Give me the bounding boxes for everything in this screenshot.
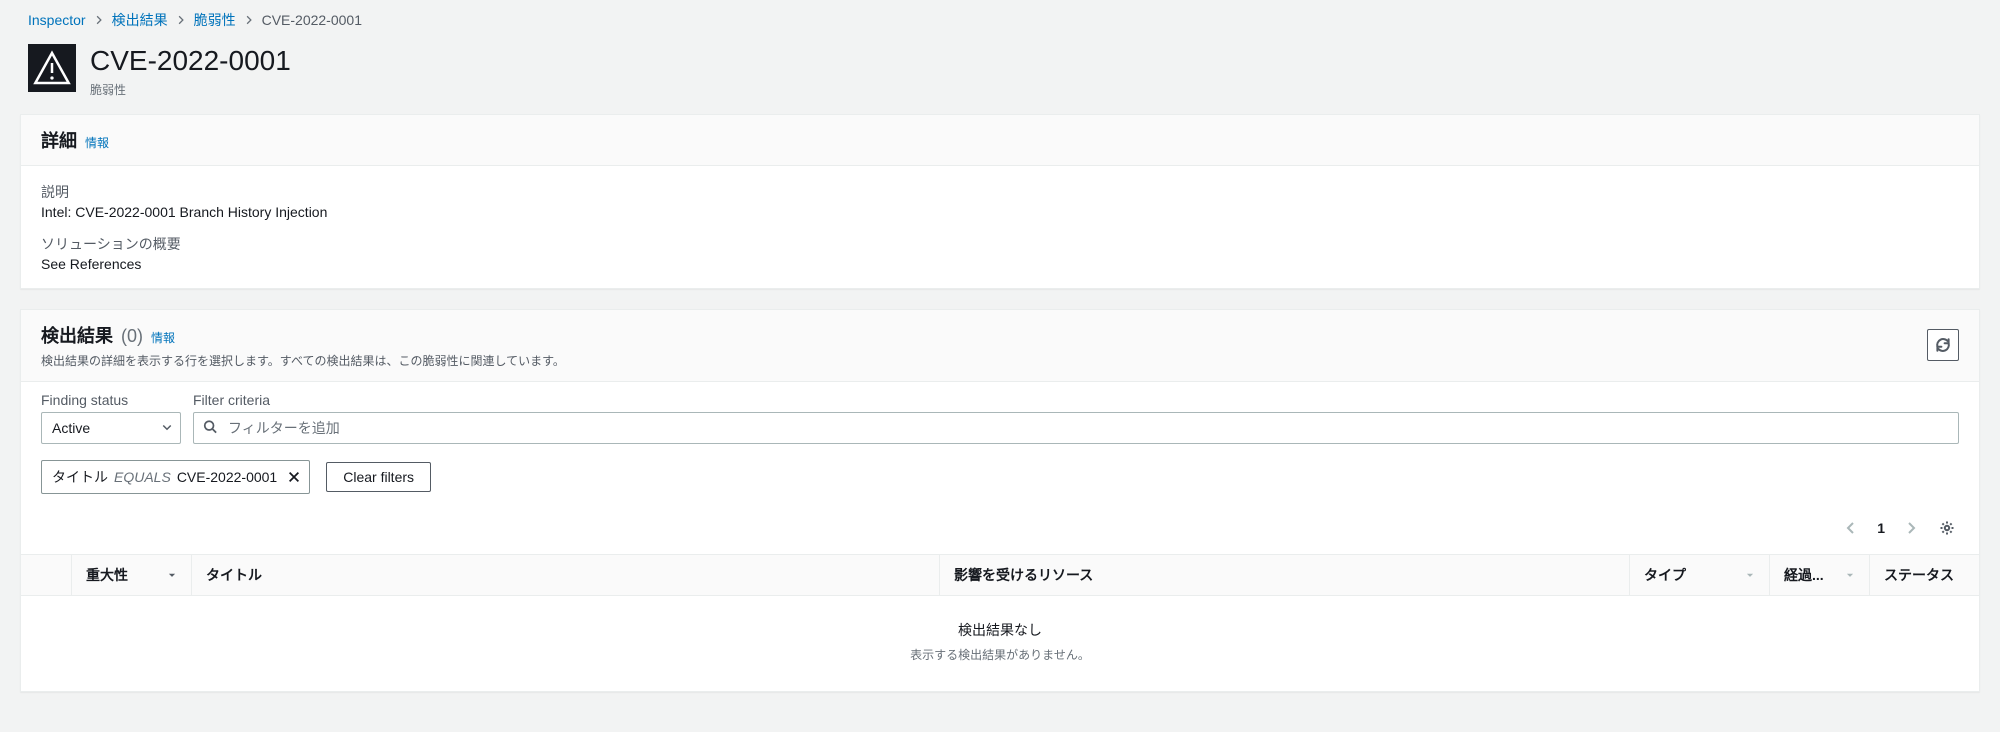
column-checkbox (21, 555, 71, 595)
chevron-right-icon (244, 12, 254, 28)
clear-filters-button[interactable]: Clear filters (326, 462, 431, 492)
sort-desc-icon (1745, 570, 1755, 580)
breadcrumb-link-findings[interactable]: 検出結果 (112, 10, 168, 30)
column-age[interactable]: 経過... (1769, 555, 1869, 595)
solution-value: See References (41, 256, 1959, 272)
column-status[interactable]: ステータス (1869, 555, 1979, 595)
chip-remove-button[interactable] (283, 470, 301, 484)
chip-value: CVE-2022-0001 (177, 469, 277, 485)
column-age-label: 経過... (1784, 565, 1824, 585)
column-severity-label: 重大性 (86, 565, 128, 585)
column-status-label: ステータス (1884, 565, 1954, 585)
chip-key: タイトル (52, 467, 108, 487)
breadcrumb-link-inspector[interactable]: Inspector (28, 12, 86, 28)
chevron-left-icon (1843, 520, 1859, 536)
column-severity[interactable]: 重大性 (71, 555, 191, 595)
findings-table: 重大性 タイトル 影響を受けるリソース タイプ (21, 554, 1979, 691)
detail-panel: 詳細 情報 説明 Intel: CVE-2022-0001 Branch His… (20, 114, 1980, 289)
finding-status-label: Finding status (41, 392, 181, 408)
search-icon (203, 419, 217, 436)
page-number: 1 (1869, 520, 1893, 536)
page-subtitle: 脆弱性 (90, 81, 291, 98)
findings-count: (0) (121, 326, 143, 347)
refresh-button[interactable] (1927, 329, 1959, 361)
detail-info-link[interactable]: 情報 (85, 134, 109, 151)
column-resource-label: 影響を受けるリソース (954, 565, 1093, 585)
page-title: CVE-2022-0001 (90, 44, 291, 77)
filter-criteria-label: Filter criteria (193, 392, 1959, 408)
findings-panel-desc: 検出結果の詳細を表示する行を選択します。すべての検出結果は、この脆弱性に関連して… (41, 352, 565, 369)
chevron-right-icon (94, 12, 104, 28)
chip-op: EQUALS (114, 469, 171, 485)
column-type[interactable]: タイプ (1629, 555, 1769, 595)
chevron-right-icon (1903, 520, 1919, 536)
page-header: CVE-2022-0001 脆弱性 (20, 40, 1980, 114)
empty-desc: 表示する検出結果がありません。 (21, 646, 1979, 663)
column-title-label: タイトル (206, 565, 262, 585)
column-resource[interactable]: 影響を受けるリソース (939, 555, 1629, 595)
description-value: Intel: CVE-2022-0001 Branch History Inje… (41, 204, 1959, 220)
sort-desc-icon (1845, 570, 1855, 580)
filter-chip[interactable]: タイトル EQUALS CVE-2022-0001 (41, 460, 310, 494)
column-type-label: タイプ (1644, 565, 1686, 585)
breadcrumb-link-vulnerability[interactable]: 脆弱性 (194, 10, 236, 30)
prev-page-button[interactable] (1839, 516, 1863, 540)
filter-criteria-input[interactable] (193, 412, 1959, 444)
detail-panel-title: 詳細 (41, 127, 77, 153)
empty-title: 検出結果なし (21, 620, 1979, 640)
refresh-icon (1935, 337, 1951, 353)
caret-down-icon (161, 420, 173, 436)
next-page-button[interactable] (1899, 516, 1923, 540)
breadcrumb-current: CVE-2022-0001 (262, 12, 362, 28)
table-settings-button[interactable] (1935, 516, 1959, 540)
findings-panel: 検出結果 (0) 情報 検出結果の詳細を表示する行を選択します。すべての検出結果… (20, 309, 1980, 692)
vulnerability-icon (28, 44, 76, 92)
empty-state: 検出結果なし 表示する検出結果がありません。 (21, 596, 1979, 691)
sort-desc-icon (167, 570, 177, 580)
gear-icon (1939, 520, 1955, 536)
table-header: 重大性 タイトル 影響を受けるリソース タイプ (21, 555, 1979, 596)
findings-info-link[interactable]: 情報 (151, 329, 175, 346)
description-label: 説明 (41, 182, 1959, 202)
column-title[interactable]: タイトル (191, 555, 939, 595)
chevron-right-icon (176, 12, 186, 28)
breadcrumb: Inspector 検出結果 脆弱性 CVE-2022-0001 (20, 0, 1980, 40)
finding-status-select[interactable]: Active (41, 412, 181, 444)
findings-panel-title: 検出結果 (41, 322, 113, 348)
solution-label: ソリューションの概要 (41, 234, 1959, 254)
finding-status-value: Active (52, 420, 90, 436)
close-icon (287, 470, 301, 484)
